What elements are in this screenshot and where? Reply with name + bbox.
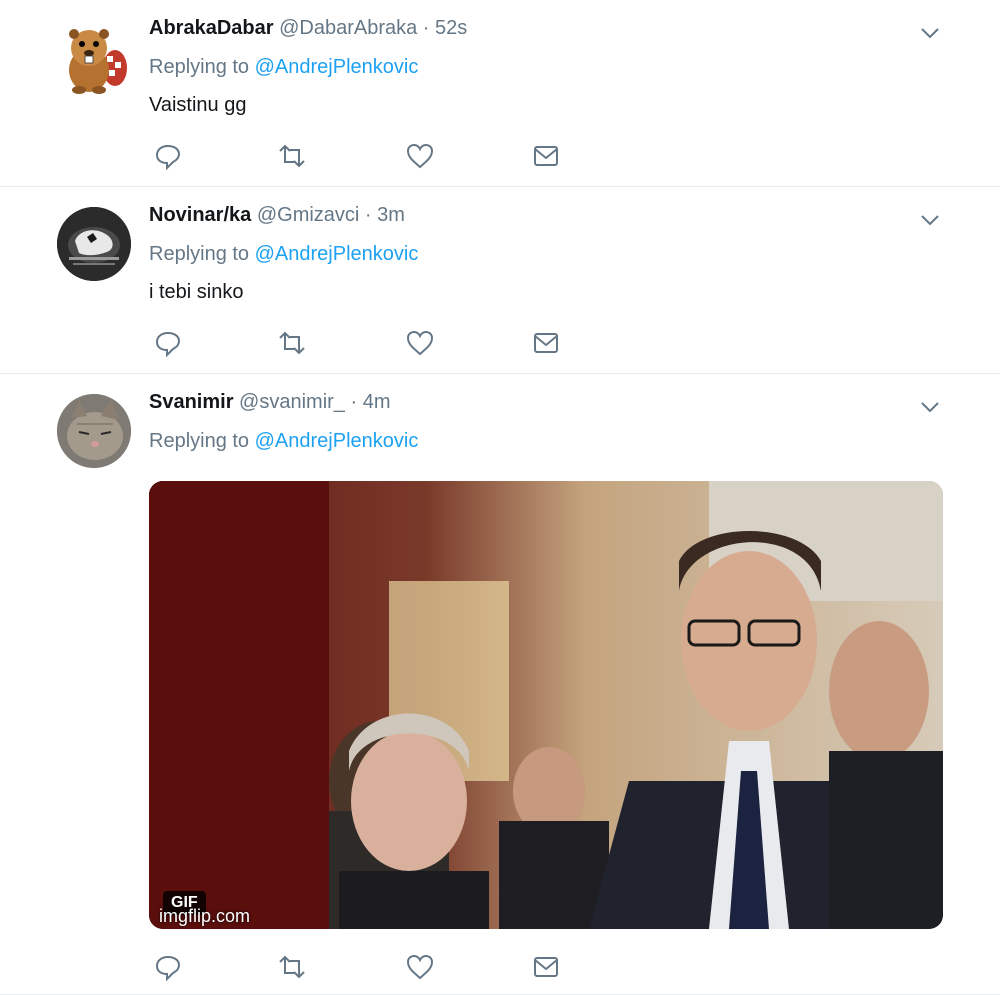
- tweet-header: Svanimir @svanimir_ · 4m: [149, 391, 391, 414]
- chevron-down-icon[interactable]: [920, 400, 940, 414]
- tweet-header: AbrakaDabar @DabarAbraka · 52s: [149, 17, 467, 40]
- reply-icon[interactable]: [153, 952, 183, 982]
- reply-icon[interactable]: [153, 328, 183, 358]
- user-handle[interactable]: @Gmizavci: [257, 204, 360, 226]
- retweet-icon[interactable]: [277, 328, 307, 358]
- heart-icon[interactable]: [405, 328, 435, 358]
- reply-icon[interactable]: [153, 141, 183, 171]
- separator: ·: [422, 17, 430, 39]
- tweet[interactable]: Novinar/ka @Gmizavci · 3m Replying to @A…: [0, 187, 1000, 374]
- tweet-text: i tebi sinko: [149, 281, 244, 303]
- tweet-actions: [149, 952, 569, 982]
- display-name[interactable]: Svanimir: [149, 391, 233, 413]
- timestamp[interactable]: 3m: [377, 204, 405, 226]
- replying-to: Replying to @AndrejPlenkovic: [149, 243, 418, 266]
- replying-to: Replying to @AndrejPlenkovic: [149, 56, 418, 79]
- tweet-actions: [149, 328, 569, 358]
- tweet-text: Vaistinu gg: [149, 94, 247, 116]
- replying-prefix: Replying to: [149, 430, 250, 452]
- mention-link[interactable]: @AndrejPlenkovic: [255, 56, 419, 78]
- avatar[interactable]: [57, 22, 131, 96]
- replying-prefix: Replying to: [149, 56, 250, 78]
- envelope-icon[interactable]: [531, 141, 561, 171]
- tweet-header: Novinar/ka @Gmizavci · 3m: [149, 204, 405, 227]
- heart-icon[interactable]: [405, 141, 435, 171]
- user-handle[interactable]: @DabarAbraka: [279, 17, 417, 39]
- envelope-icon[interactable]: [531, 952, 561, 982]
- chevron-down-icon[interactable]: [920, 213, 940, 227]
- mention-link[interactable]: @AndrejPlenkovic: [255, 430, 419, 452]
- timestamp[interactable]: 52s: [435, 17, 467, 39]
- separator: ·: [350, 391, 358, 413]
- gif-frame: [149, 481, 943, 929]
- chevron-down-icon[interactable]: [920, 26, 940, 40]
- tweet[interactable]: AbrakaDabar @DabarAbraka · 52s Replying …: [0, 0, 1000, 187]
- replying-prefix: Replying to: [149, 243, 250, 265]
- gif-media[interactable]: GIF imgflip.com: [149, 481, 943, 929]
- user-handle[interactable]: @svanimir_: [239, 391, 345, 413]
- display-name[interactable]: Novinar/ka: [149, 204, 251, 226]
- watermark: imgflip.com: [159, 906, 251, 926]
- avatar[interactable]: [57, 394, 131, 468]
- mention-link[interactable]: @AndrejPlenkovic: [255, 243, 419, 265]
- separator: ·: [364, 204, 372, 226]
- replying-to: Replying to @AndrejPlenkovic: [149, 430, 418, 453]
- tweet-actions: [149, 141, 569, 171]
- tweet[interactable]: Svanimir @svanimir_ · 4m Replying to @An…: [0, 374, 1000, 995]
- display-name[interactable]: AbrakaDabar: [149, 17, 274, 39]
- timestamp[interactable]: 4m: [363, 391, 391, 413]
- envelope-icon[interactable]: [531, 328, 561, 358]
- avatar[interactable]: [57, 207, 131, 281]
- retweet-icon[interactable]: [277, 141, 307, 171]
- retweet-icon[interactable]: [277, 952, 307, 982]
- heart-icon[interactable]: [405, 952, 435, 982]
